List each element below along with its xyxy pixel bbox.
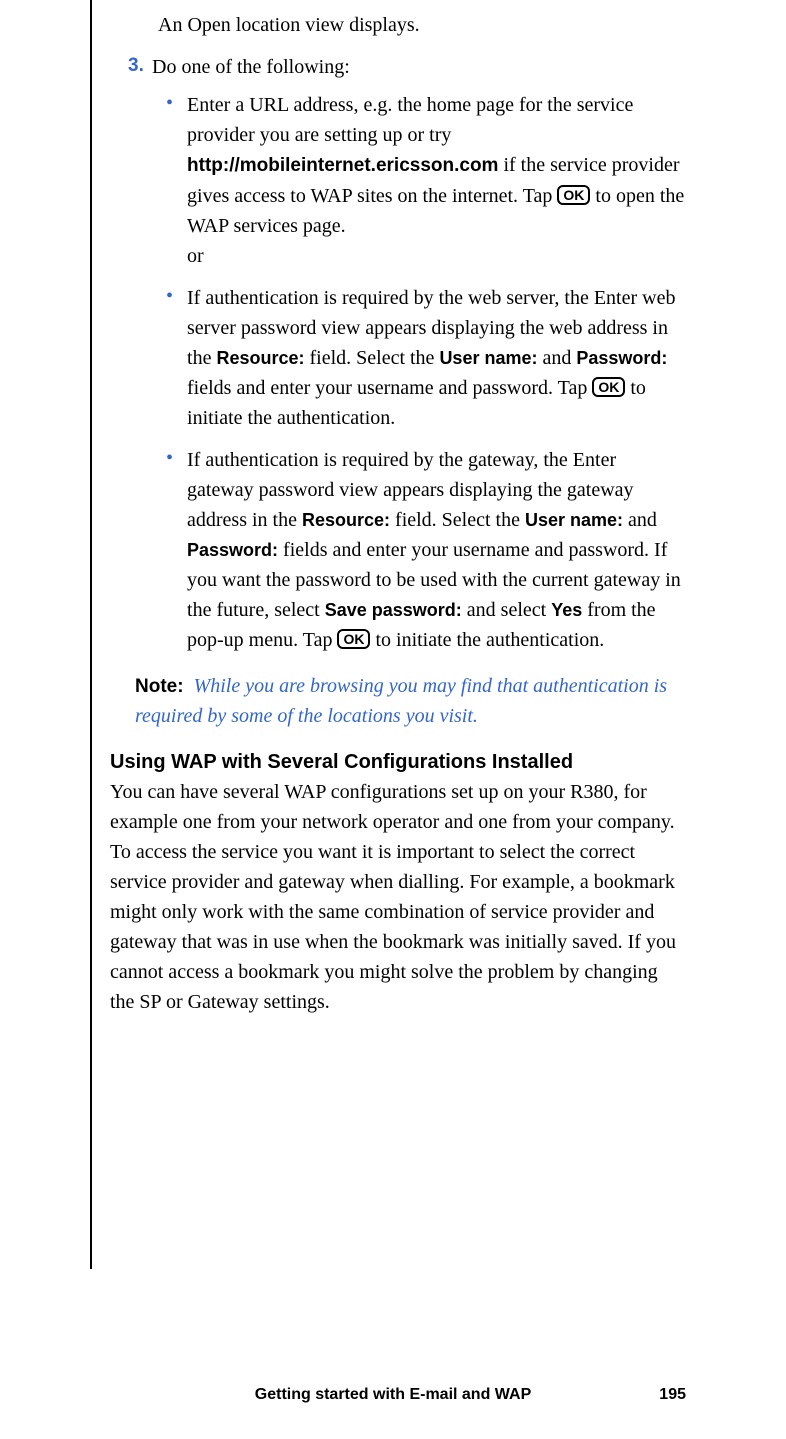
ok-icon: OK: [557, 185, 590, 206]
or-text: or: [187, 245, 204, 267]
resource-label: Resource:: [302, 510, 390, 530]
page-number: 195: [659, 1383, 686, 1407]
bullet-1: • Enter a URL address, e.g. the home pag…: [166, 90, 686, 271]
text: to initiate the authentication.: [370, 629, 604, 651]
text: fields and enter your username and passw…: [187, 377, 592, 399]
intro-text: An Open location view displays.: [158, 10, 686, 40]
step-text: Do one of the following:: [152, 52, 686, 82]
bullet-content: If authentication is required by the gat…: [187, 445, 686, 655]
bullet-3: • If authentication is required by the g…: [166, 445, 686, 655]
text: and: [537, 347, 576, 369]
note-text: While you are browsing you may find that…: [135, 675, 667, 728]
note-block: Note: While you are browsing you may fin…: [135, 671, 686, 732]
text: field. Select the: [304, 347, 439, 369]
step-number: 3.: [128, 52, 152, 82]
ok-icon: OK: [337, 629, 370, 650]
password-label: Password:: [187, 540, 278, 560]
bullet-marker: •: [166, 445, 173, 655]
text: field. Select the: [390, 509, 525, 531]
password-label: Password:: [576, 348, 667, 368]
bullet-marker: •: [166, 283, 173, 433]
bullet-marker: •: [166, 90, 173, 271]
note-label: Note:: [135, 676, 184, 697]
bullet-content: Enter a URL address, e.g. the home page …: [187, 90, 686, 271]
bullet-2: • If authentication is required by the w…: [166, 283, 686, 433]
username-label: User name:: [439, 348, 537, 368]
username-label: User name:: [525, 510, 623, 530]
vertical-rule: [90, 0, 92, 1269]
url-text: http://mobileinternet.ericsson.com: [187, 155, 498, 176]
text: Enter a URL address, e.g. the home page …: [187, 94, 633, 146]
text: and: [623, 509, 657, 531]
section-body: You can have several WAP configurations …: [110, 777, 686, 1017]
content-area: An Open location view displays. 3. Do on…: [110, 10, 686, 1017]
savepassword-label: Save password:: [325, 600, 462, 620]
page-footer: Getting started with E-mail and WAP 195: [0, 1383, 786, 1407]
ok-icon: OK: [592, 377, 625, 398]
resource-label: Resource:: [216, 348, 304, 368]
step-3: 3. Do one of the following:: [128, 52, 686, 82]
bullet-content: If authentication is required by the web…: [187, 283, 686, 433]
page-container: An Open location view displays. 3. Do on…: [0, 0, 786, 1439]
footer-title: Getting started with E-mail and WAP: [255, 1383, 531, 1407]
yes-label: Yes: [551, 600, 582, 620]
bullet-list: • Enter a URL address, e.g. the home pag…: [166, 90, 686, 655]
text: and select: [462, 599, 551, 621]
section-heading: Using WAP with Several Configurations In…: [110, 747, 686, 777]
